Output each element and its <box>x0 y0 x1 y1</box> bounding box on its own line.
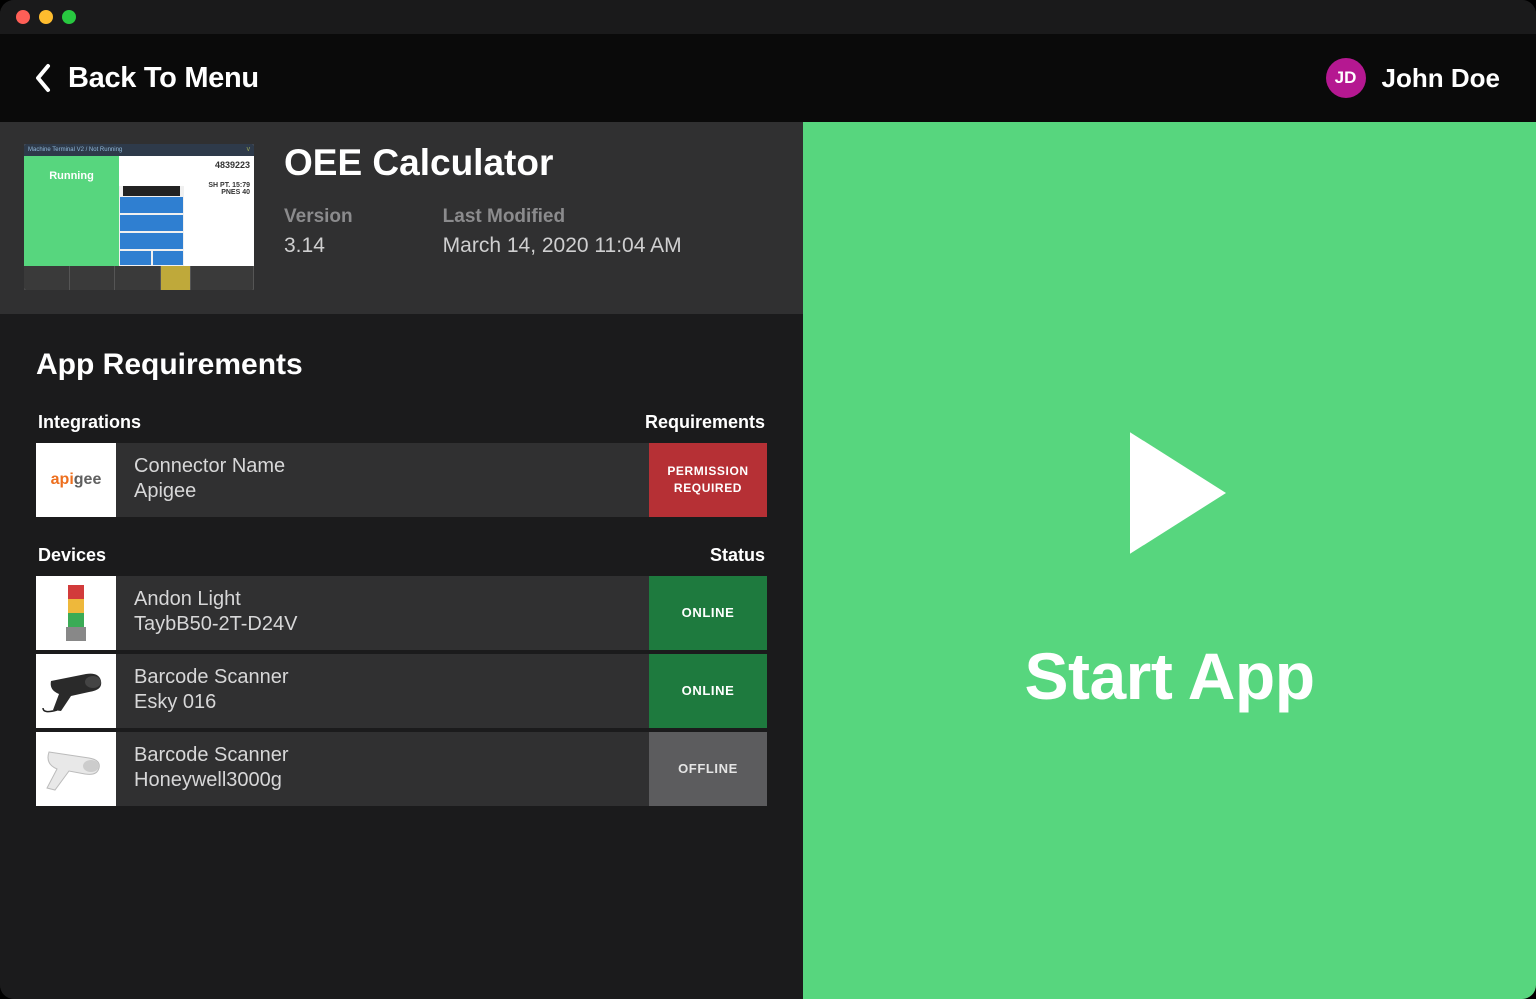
app-info-text: OEE Calculator Version 3.14 Last Modifie… <box>284 144 779 290</box>
user-chip[interactable]: JD John Doe <box>1326 58 1500 98</box>
back-label: Back To Menu <box>68 62 259 95</box>
chevron-left-icon <box>34 63 52 93</box>
modified-label: Last Modified <box>443 206 682 228</box>
permission-required-badge[interactable]: PERMISSION REQUIRED <box>649 443 767 517</box>
app-window: Back To Menu JD John Doe Machine Termina… <box>0 0 1536 999</box>
version-label: Version <box>284 206 353 228</box>
integration-row[interactable]: apigee Connector Name Apigee PERMISSION … <box>36 443 767 517</box>
logo-text-a: api <box>51 471 74 488</box>
play-icon <box>1090 408 1250 578</box>
integrations-header-row: Integrations Requirements <box>36 412 767 443</box>
thumb-header-right: V <box>247 147 250 153</box>
modified-value: March 14, 2020 11:04 AM <box>443 234 682 258</box>
barcode-scanner-icon <box>41 666 111 716</box>
status-badge: ONLINE <box>649 654 767 728</box>
thumb-running-box: Running <box>24 156 119 266</box>
requirements-title: App Requirements <box>36 348 767 382</box>
device-body: Barcode Scanner Honeywell3000g <box>116 732 649 806</box>
app-thumbnail: Machine Terminal V2 / Not Running V Runni… <box>24 144 254 290</box>
device-list: Andon Light TaybB50-2T-D24V ONLINE <box>36 576 767 806</box>
device-body: Andon Light TaybB50-2T-D24V <box>116 576 649 650</box>
maximize-window-button[interactable] <box>62 10 76 24</box>
version-block: Version 3.14 <box>284 206 353 258</box>
device-title: Barcode Scanner <box>134 666 631 689</box>
avatar: JD <box>1326 58 1366 98</box>
devices-header-row: Devices Status <box>36 545 767 576</box>
logo-text-b: gee <box>74 471 102 488</box>
integration-name-value: Apigee <box>134 480 631 503</box>
requirements-label: Requirements <box>645 412 765 433</box>
device-subtitle: Honeywell3000g <box>134 769 631 792</box>
titlebar <box>0 0 1536 34</box>
user-name: John Doe <box>1382 63 1500 94</box>
andon-light-icon <box>68 585 84 641</box>
back-to-menu-button[interactable]: Back To Menu <box>34 62 259 95</box>
app-title: OEE Calculator <box>284 142 779 184</box>
window-controls <box>16 10 76 24</box>
left-panel: Machine Terminal V2 / Not Running V Runni… <box>0 122 803 999</box>
barcode-scanner-icon <box>41 744 111 794</box>
close-window-button[interactable] <box>16 10 30 24</box>
device-title: Andon Light <box>134 588 631 611</box>
app-info-card: Machine Terminal V2 / Not Running V Runni… <box>0 122 803 314</box>
device-row[interactable]: Barcode Scanner Honeywell3000g OFFLINE <box>36 732 767 806</box>
device-thumb <box>36 576 116 650</box>
device-subtitle: Esky 016 <box>134 691 631 714</box>
status-badge: OFFLINE <box>649 732 767 806</box>
devices-label: Devices <box>38 545 106 566</box>
device-row[interactable]: Andon Light TaybB50-2T-D24V ONLINE <box>36 576 767 650</box>
integrations-label: Integrations <box>38 412 141 433</box>
device-thumb <box>36 732 116 806</box>
device-body: Barcode Scanner Esky 016 <box>116 654 649 728</box>
device-title: Barcode Scanner <box>134 744 631 767</box>
integration-name-label: Connector Name <box>134 455 631 478</box>
main-body: Machine Terminal V2 / Not Running V Runni… <box>0 122 1536 999</box>
modified-block: Last Modified March 14, 2020 11:04 AM <box>443 206 682 258</box>
device-subtitle: TaybB50-2T-D24V <box>134 613 631 636</box>
device-row[interactable]: Barcode Scanner Esky 016 ONLINE <box>36 654 767 728</box>
minimize-window-button[interactable] <box>39 10 53 24</box>
status-badge: ONLINE <box>649 576 767 650</box>
integration-body: Connector Name Apigee <box>116 443 649 517</box>
start-app-button[interactable]: Start App <box>803 122 1536 999</box>
thumb-header-text: Machine Terminal V2 / Not Running <box>28 147 122 153</box>
integration-logo: apigee <box>36 443 116 517</box>
requirements-section: App Requirements Integrations Requiremen… <box>0 314 803 806</box>
version-value: 3.14 <box>284 234 353 258</box>
top-bar: Back To Menu JD John Doe <box>0 34 1536 122</box>
status-label: Status <box>710 545 765 566</box>
start-app-label: Start App <box>1024 638 1314 714</box>
device-thumb <box>36 654 116 728</box>
